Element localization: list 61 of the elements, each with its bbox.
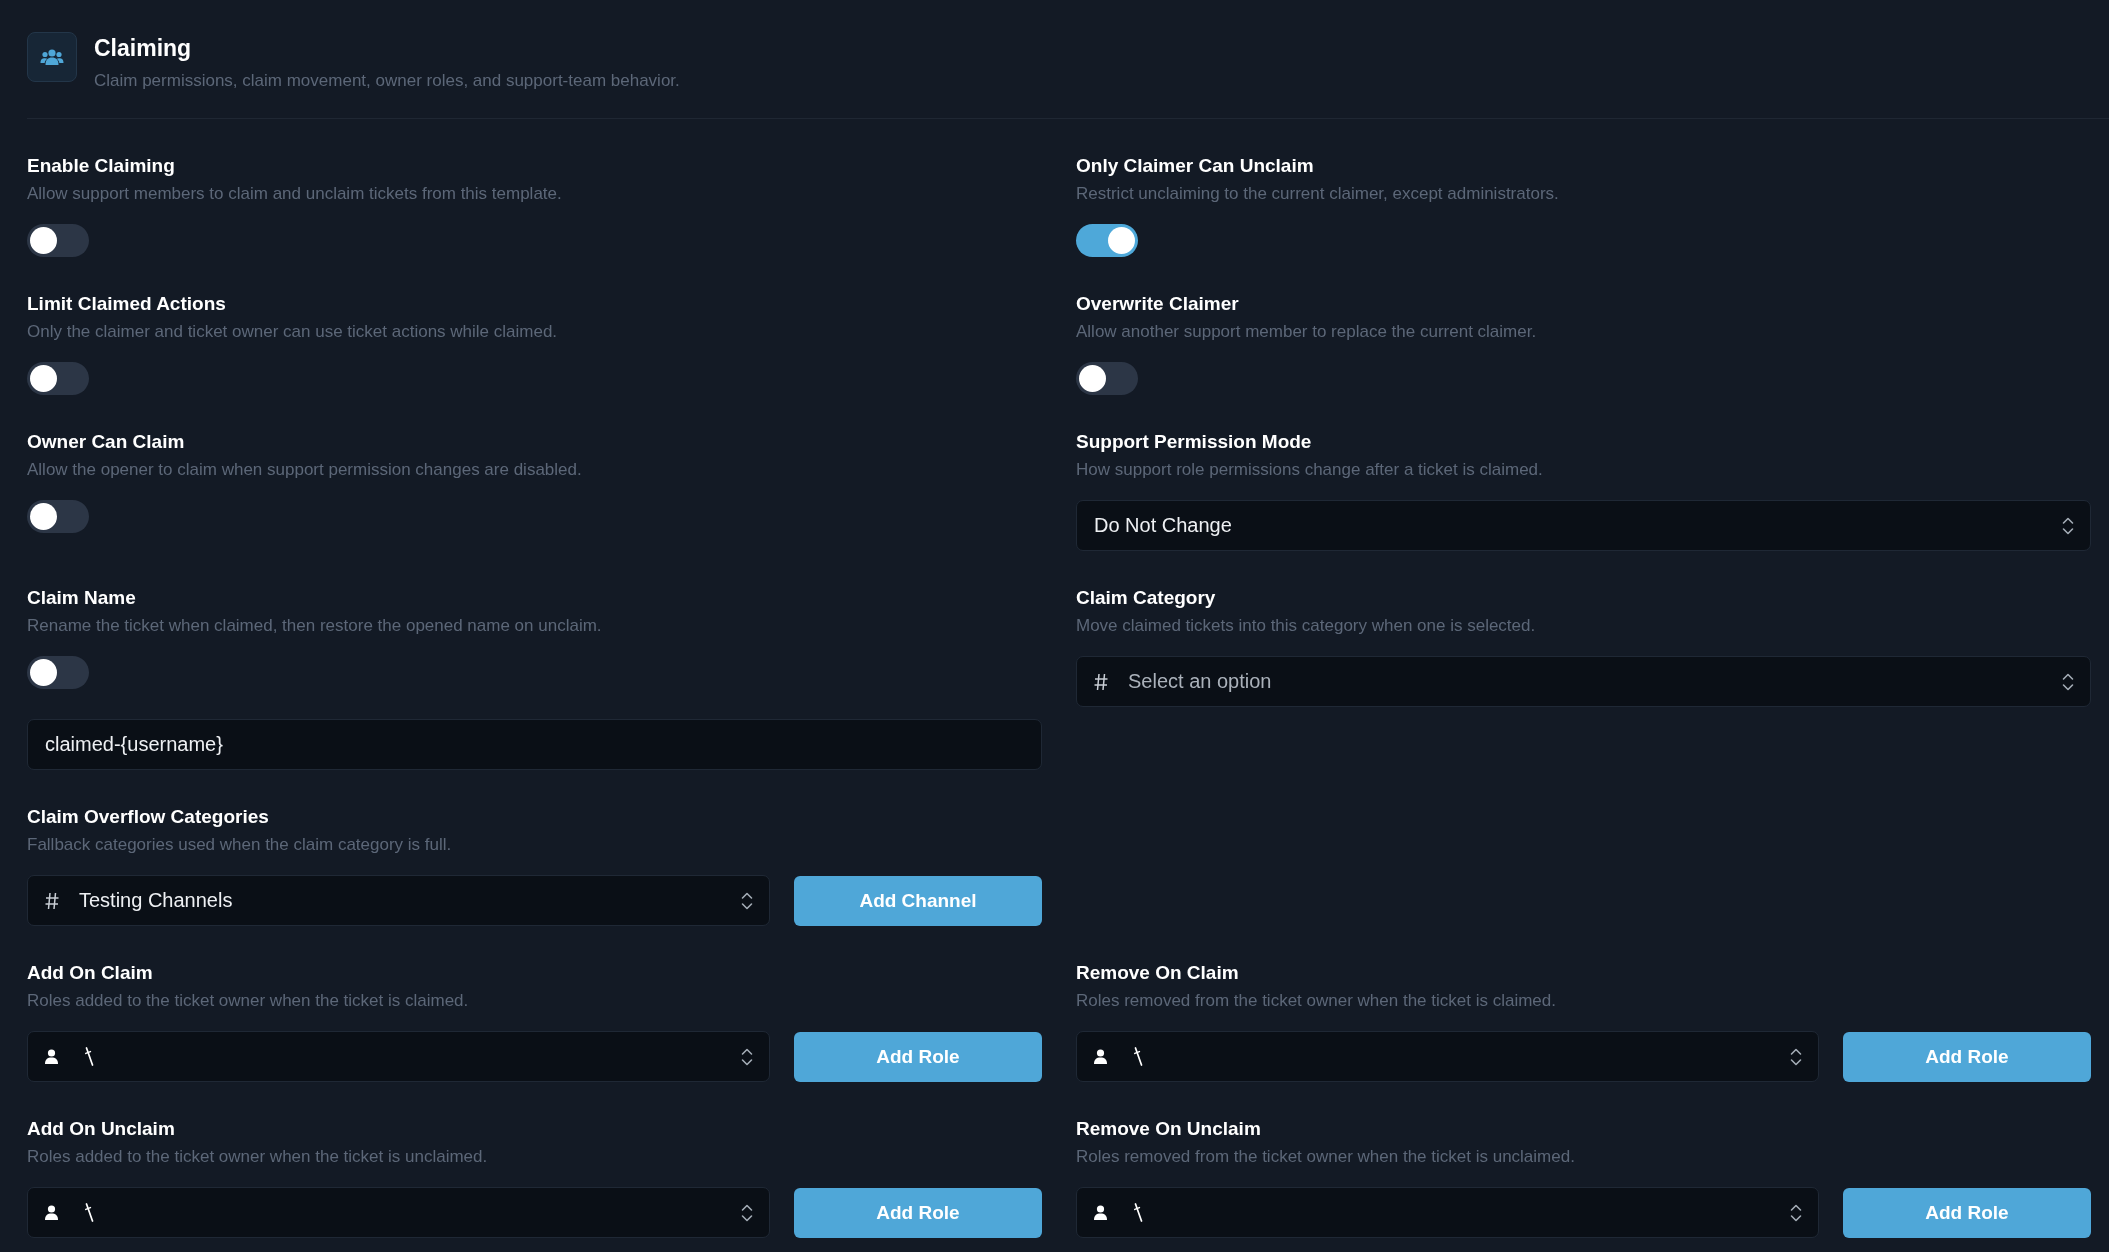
section-title: Claiming <box>94 34 193 62</box>
setting-description: Allow another support member to replace the current claimer. <box>1076 321 1538 343</box>
setting-label: Support Permission Mode <box>1076 430 1313 454</box>
setting-label: Limit Claimed Actions <box>27 292 227 316</box>
setting-label: Only Claimer Can Unclaim <box>1076 154 1315 178</box>
setting-description: Roles added to the ticket owner when the ticket is unclaimed. <box>27 1146 489 1168</box>
input-field[interactable]: claimed-{username} <box>27 719 1042 770</box>
add-role-button[interactable]: Add Role <box>1843 1187 2091 1238</box>
person-icon <box>1094 1205 1107 1220</box>
chevron-up-down-icon <box>2062 515 2074 536</box>
add-channel-button[interactable]: Add Channel <box>794 875 1042 926</box>
setting-description: Roles added to the ticket owner when the ticket is claimed. <box>27 990 470 1012</box>
setting-label: Enable Claiming <box>27 154 176 178</box>
person-icon <box>45 1205 58 1220</box>
person-icon <box>45 1049 58 1064</box>
hash-icon <box>1094 672 1108 691</box>
add-role-button[interactable]: Add Role <box>794 1031 1042 1082</box>
setting-description: Fallback categories used when the claim category is full. <box>27 834 453 856</box>
chevron-up-down-icon <box>741 1202 753 1223</box>
setting-description: Allow the opener to claim when support permission changes are disabled. <box>27 459 583 481</box>
chevron-up-down-icon <box>741 890 753 911</box>
setting-description: Move claimed tickets into this category when one is selected. <box>1076 615 1537 637</box>
section-subtitle: Claim permissions, claim movement, owner roles, and support-team behavior. <box>94 70 680 92</box>
setting-description: Roles removed from the ticket owner when the ticket is unclaimed. <box>1076 1146 1576 1168</box>
chevron-up-down-icon <box>1790 1202 1802 1223</box>
chevron-up-down-icon <box>1790 1046 1802 1067</box>
setting-label: Remove On Claim <box>1076 961 1240 985</box>
setting-description: Restrict unclaiming to the current claimer, except administrators. <box>1076 183 1560 205</box>
setting-description: Allow support members to claim and unclaim tickets from this template. <box>27 183 563 205</box>
select-field[interactable]: Testing Channels <box>27 875 770 926</box>
dagger-icon <box>85 1203 94 1222</box>
setting-description: Rename the ticket when claimed, then restore the opened name on unclaim. <box>27 615 603 637</box>
chevron-up-down-icon <box>741 1046 753 1067</box>
setting-label: Claim Category <box>1076 586 1217 610</box>
setting-description: Only the claimer and ticket owner can use ticket actions while claimed. <box>27 321 559 343</box>
setting-label: Overwrite Claimer <box>1076 292 1240 316</box>
select-field[interactable]: Do Not Change <box>1076 500 2091 551</box>
dagger-icon <box>85 1047 94 1066</box>
toggle-switch[interactable] <box>27 500 89 533</box>
hash-icon <box>45 891 59 910</box>
setting-label: Add On Unclaim <box>27 1117 176 1141</box>
setting-description: Roles removed from the ticket owner when the ticket is claimed. <box>1076 990 1557 1012</box>
setting-label: Claim Overflow Categories <box>27 805 270 829</box>
toggle-switch[interactable] <box>27 224 89 257</box>
person-icon <box>1094 1049 1107 1064</box>
toggle-switch[interactable] <box>1076 224 1138 257</box>
toggle-switch[interactable] <box>1076 362 1138 395</box>
setting-label: Remove On Unclaim <box>1076 1117 1262 1141</box>
select-field[interactable]: Select an option <box>1076 656 2091 707</box>
toggle-switch[interactable] <box>27 656 89 689</box>
setting-description: How support role permissions change after a ticket is claimed. <box>1076 459 1544 481</box>
toggle-switch[interactable] <box>27 362 89 395</box>
setting-label: Claim Name <box>27 586 137 610</box>
add-role-button[interactable]: Add Role <box>794 1187 1042 1238</box>
setting-label: Owner Can Claim <box>27 430 186 454</box>
add-role-button[interactable]: Add Role <box>1843 1031 2091 1082</box>
setting-label: Add On Claim <box>27 961 154 985</box>
users-icon <box>27 32 77 82</box>
dagger-icon <box>1134 1047 1143 1066</box>
dagger-icon <box>1134 1203 1143 1222</box>
chevron-up-down-icon <box>2062 671 2074 692</box>
